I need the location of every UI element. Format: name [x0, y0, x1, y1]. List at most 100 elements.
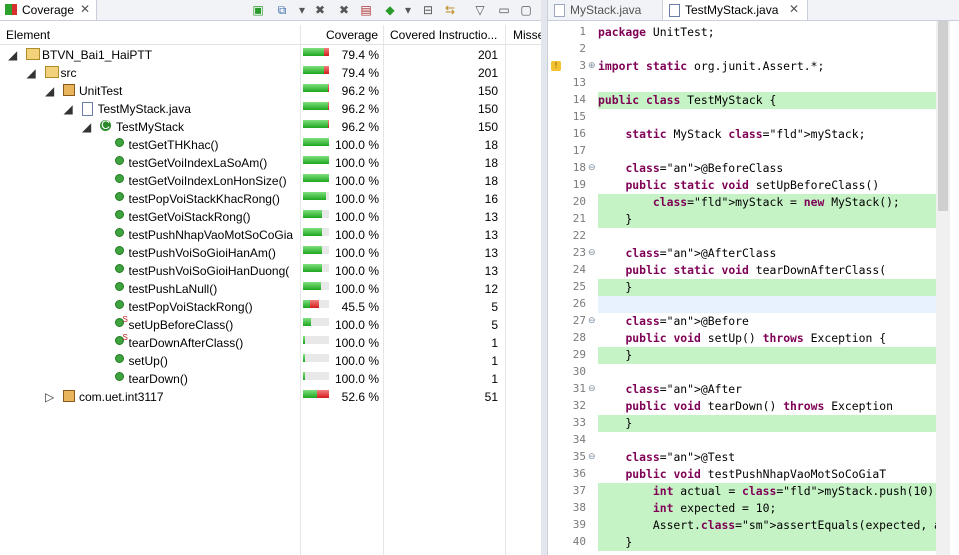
code-line[interactable]	[598, 109, 938, 126]
line-number: 2	[579, 42, 586, 55]
covered-instructions: 13	[484, 210, 498, 224]
coverage-percent: 96.2 %	[341, 84, 379, 98]
code-line[interactable]	[598, 296, 938, 313]
maximize-icon[interactable]: ▢	[518, 2, 534, 18]
package-icon	[63, 84, 75, 96]
coverage-row[interactable]: testGetVoiIndexLaSoAm() 100.0 % 18	[0, 154, 541, 172]
coverage-row[interactable]: ◢ TestMyStack.java 96.2 % 150	[0, 100, 541, 118]
remove-session-icon[interactable]: ✖	[312, 2, 328, 18]
coverage-row[interactable]: ▷ com.uet.int3117 52.6 % 51	[0, 388, 541, 406]
code-line[interactable]: }	[598, 211, 938, 228]
coverage-tab[interactable]: Coverage ✕	[0, 0, 97, 20]
covered-instructions: 16	[484, 192, 498, 206]
coverage-row[interactable]: tearDown() 100.0 % 1	[0, 370, 541, 388]
coverage-row[interactable]: SsetUpBeforeClass() 100.0 % 5	[0, 315, 541, 334]
code-line[interactable]: import static org.junit.Assert.*;	[598, 58, 938, 75]
coverage-row[interactable]: testPopVoiStackKhacRong() 100.0 % 16	[0, 190, 541, 208]
code-line[interactable]: }	[598, 415, 938, 432]
code-line[interactable]: public class TestMyStack {	[598, 92, 938, 109]
code-line[interactable]: class="an">@Before	[598, 313, 938, 330]
collapse-fold-icon[interactable]: ⊖	[588, 451, 596, 462]
collapse-fold-icon[interactable]: ⊖	[588, 247, 596, 258]
coverage-row[interactable]: StearDownAfterClass() 100.0 % 1	[0, 333, 541, 352]
collapsed-twisty-icon[interactable]: ▷	[45, 390, 54, 404]
coverage-percent: 52.6 %	[341, 390, 379, 404]
coverage-row[interactable]: setUp() 100.0 % 1	[0, 352, 541, 370]
column-element[interactable]: Element	[6, 28, 296, 42]
code-line[interactable]	[598, 143, 938, 160]
missed-fill	[323, 48, 329, 56]
code-line[interactable]: int expected = 10;	[598, 500, 938, 517]
coverage-row[interactable]: testPopVoiStackRong() 45.5 % 5	[0, 298, 541, 316]
code-line[interactable]: public static void tearDownAfterClass(	[598, 262, 938, 279]
coverage-row[interactable]: testPushNhapVaoMotSoCoGia 100.0 % 13	[0, 226, 541, 244]
code-line[interactable]	[598, 228, 938, 245]
select-session-icon[interactable]: ◆	[382, 2, 398, 18]
code-line[interactable]: package UnitTest;	[598, 24, 938, 41]
coverage-percent: 100.0 %	[334, 336, 379, 350]
merge-sessions-icon[interactable]: ⧉	[274, 2, 290, 18]
expanded-twisty-icon[interactable]: ◢	[8, 48, 17, 62]
code-line[interactable]	[598, 75, 938, 92]
code-line[interactable]: class="an">@Test	[598, 449, 938, 466]
code-line[interactable]: }	[598, 347, 938, 364]
coverage-row[interactable]: testGetVoiIndexLonHonSize() 100.0 % 18	[0, 172, 541, 190]
column-coverage[interactable]: Coverage	[326, 28, 380, 42]
code-line[interactable]: class="an">@BeforeClass	[598, 160, 938, 177]
code-line[interactable]: class="an">@AfterClass	[598, 245, 938, 262]
code-line[interactable]: class="fld">myStack = new MyStack();	[598, 194, 938, 211]
code-line[interactable]	[598, 432, 938, 449]
code-line[interactable]	[598, 364, 938, 381]
covered-fill	[303, 354, 305, 362]
column-missed[interactable]: Misse	[513, 28, 541, 42]
coverage-row[interactable]: testPushVoiSoGioiHanDuong(100.0 % 13	[0, 262, 541, 280]
coverage-row[interactable]: ◢ UnitTest 96.2 % 150	[0, 82, 541, 100]
covered-instructions: 51	[484, 390, 498, 404]
collapse-fold-icon[interactable]: ⊖	[588, 383, 596, 394]
code-line[interactable]: static MyStack class="fld">myStack;	[598, 126, 938, 143]
link-with-editor-icon[interactable]: ⇆	[442, 2, 458, 18]
coverage-row[interactable]: ◢ BTVN_Bai1_HaiPTT 79.4 % 201	[0, 46, 541, 64]
tab-testmystack-java[interactable]: TestMyStack.java ✕	[662, 0, 808, 20]
coverage-row[interactable]: ◢ src 79.4 % 201	[0, 64, 541, 82]
code-line[interactable]: int actual = class="fld">myStack.push(10…	[598, 483, 938, 500]
code-line[interactable]: }	[598, 279, 938, 296]
tab-mystack-java[interactable]: MyStack.java	[548, 0, 660, 20]
expanded-twisty-icon[interactable]: ◢	[27, 66, 36, 80]
dump-execution-data-icon[interactable]: ▤	[358, 2, 374, 18]
collapse-all-icon[interactable]: ⊟	[420, 2, 436, 18]
view-menu-icon[interactable]: ▽	[472, 2, 488, 18]
code-line[interactable]: public void setUp() throws Exception {	[598, 330, 938, 347]
close-icon[interactable]: ✕	[789, 2, 799, 16]
code-line[interactable]: }	[598, 534, 938, 551]
expand-fold-icon[interactable]: ⊕	[588, 60, 596, 71]
relaunch-icon[interactable]: ▣	[250, 2, 266, 18]
method-icon	[114, 282, 124, 291]
coverage-row[interactable]: testGetVoiStackRong() 100.0 % 13	[0, 208, 541, 226]
coverage-percent: 100.0 %	[334, 228, 379, 242]
expanded-twisty-icon[interactable]: ◢	[82, 120, 91, 134]
remove-all-sessions-icon[interactable]: ✖	[336, 2, 352, 18]
close-icon[interactable]: ✕	[80, 2, 90, 16]
collapse-fold-icon[interactable]: ⊖	[588, 162, 596, 173]
expanded-twisty-icon[interactable]: ◢	[64, 102, 73, 116]
line-number: 20	[572, 195, 586, 208]
column-covered-instructions[interactable]: Covered Instructio...	[390, 28, 510, 42]
warning-icon[interactable]: !	[551, 61, 561, 71]
expanded-twisty-icon[interactable]: ◢	[45, 84, 54, 98]
coverage-row[interactable]: testGetTHKhac() 100.0 % 18	[0, 136, 541, 154]
dropdown-icon[interactable]: ▾	[294, 2, 310, 18]
code-line[interactable]: Assert.class="sm">assertEquals(expected,…	[598, 517, 938, 534]
coverage-row[interactable]: ◢ C TestMyStack 96.2 % 150	[0, 118, 541, 136]
code-line[interactable]	[598, 41, 938, 58]
dropdown-icon[interactable]: ▾	[400, 2, 416, 18]
coverage-row[interactable]: testPushLaNull() 100.0 % 12	[0, 280, 541, 298]
editor-scroll-thumb[interactable]	[938, 21, 948, 211]
code-line[interactable]: public void tearDown() throws Exception	[598, 398, 938, 415]
code-line[interactable]: public static void setUpBeforeClass()	[598, 177, 938, 194]
coverage-row[interactable]: testPushVoiSoGioiHanAm() 100.0 % 13	[0, 244, 541, 262]
code-line[interactable]: class="an">@After	[598, 381, 938, 398]
collapse-fold-icon[interactable]: ⊖	[588, 315, 596, 326]
code-line[interactable]: public void testPushNhapVaoMotSoCoGiaT	[598, 466, 938, 483]
minimize-icon[interactable]: ▭	[496, 2, 512, 18]
